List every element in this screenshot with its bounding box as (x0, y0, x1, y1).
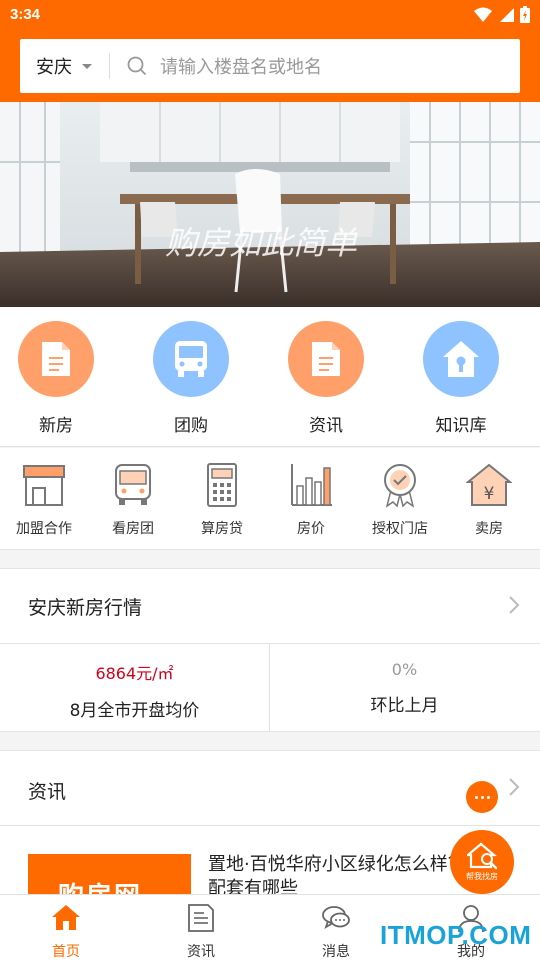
house-search-icon (467, 842, 498, 870)
news-thumbnail[interactable]: 购房网 (28, 854, 191, 895)
document-icon (18, 321, 94, 397)
category-label: 资讯 (309, 416, 343, 436)
header: 安庆 请输入楼盘名或地名 (0, 30, 540, 102)
bus-icon (153, 321, 229, 397)
tool-sell-house[interactable]: ¥ 卖房 (445, 462, 533, 538)
category-group-buy[interactable]: 团购 (131, 321, 251, 436)
category-news[interactable]: 资讯 (266, 321, 386, 436)
bar-chart-icon (291, 464, 332, 506)
category-row: 新房 团购 资讯 知识库 (0, 307, 540, 447)
city-selector[interactable]: 安庆 (20, 53, 110, 79)
divider (0, 825, 540, 826)
category-label: 知识库 (435, 416, 487, 436)
category-knowledge-base[interactable]: 知识库 (401, 321, 521, 436)
stat-average-price: 6864元/㎡ 8月全市开盘均价 (0, 644, 269, 732)
search-input[interactable]: 请输入楼盘名或地名 (160, 53, 322, 79)
tool-franchise[interactable]: 加盟合作 (0, 462, 88, 538)
tool-label: 算房贷 (201, 521, 243, 537)
category-new-homes[interactable]: 新房 (0, 321, 116, 436)
svg-text:¥: ¥ (484, 484, 495, 504)
house-key-icon (423, 321, 499, 397)
status-time: 3:34 (10, 6, 41, 23)
tab-label: 消息 (322, 944, 350, 960)
tool-mortgage-calculator[interactable]: 算房贷 (178, 462, 266, 538)
document-icon (288, 321, 364, 397)
stat-value: 6864元/㎡ (95, 664, 174, 683)
news-title[interactable]: 资讯 (28, 777, 66, 804)
dot (474, 795, 478, 799)
calculator-icon (207, 463, 237, 507)
wifi-icon (474, 7, 492, 22)
bus-icon (115, 464, 151, 505)
chevron-right-icon[interactable] (508, 595, 520, 615)
tab-news[interactable]: 资讯 (161, 903, 241, 960)
signal-icon (500, 7, 514, 22)
tab-label: 首页 (52, 944, 80, 960)
status-bar: 3:34 (0, 0, 540, 30)
tab-home[interactable]: 首页 (26, 903, 106, 960)
banner-caption: 购房如此简单 (165, 224, 358, 262)
category-label: 团购 (174, 416, 208, 436)
tool-viewing-tour[interactable]: 看房团 (89, 462, 177, 538)
city-label: 安庆 (36, 57, 72, 78)
status-icons (474, 6, 530, 23)
tool-house-price[interactable]: 房价 (267, 462, 355, 538)
banner-image: 购房如此简单 (0, 102, 540, 307)
stat-label: 8月全市开盘均价 (69, 701, 200, 721)
stat-label: 环比上月 (370, 696, 439, 716)
find-house-button[interactable]: 帮我找房 (450, 830, 514, 894)
market-section: 安庆新房行情 6864元/㎡ 8月全市开盘均价 0% 环比上月 (0, 568, 540, 732)
news-headline[interactable]: 置地·百悦华府小区绿化怎么样？配套有哪些 (208, 853, 468, 895)
battery-icon (520, 6, 530, 23)
yen-house-icon: ¥ (465, 463, 513, 506)
news-icon (188, 904, 214, 932)
tool-label: 看房团 (112, 521, 154, 537)
tab-messages[interactable]: 消息 (296, 903, 376, 960)
tool-label: 加盟合作 (16, 521, 72, 537)
search-bar: 安庆 请输入楼盘名或地名 (20, 39, 520, 93)
find-house-label: 帮我找房 (466, 872, 498, 881)
banner-carousel[interactable]: 购房如此简单 (0, 102, 540, 307)
certified-badge-icon (384, 464, 416, 508)
market-title[interactable]: 安庆新房行情 (28, 593, 142, 620)
stat-month-change: 0% 环比上月 (270, 644, 539, 732)
home-icon (52, 905, 80, 930)
watermark: ITMOP.COM (380, 920, 532, 950)
chat-float-button[interactable] (466, 781, 498, 813)
dot (480, 795, 484, 799)
tool-label: 卖房 (475, 521, 503, 537)
category-label: 新房 (39, 416, 73, 436)
tool-label: 授权门店 (372, 521, 428, 537)
tool-label: 房价 (297, 521, 325, 537)
storefront-icon (23, 465, 65, 506)
chat-icon (322, 906, 350, 929)
stat-value: 0% (391, 660, 418, 679)
chevron-right-icon[interactable] (508, 777, 520, 797)
caret-down-icon (82, 63, 92, 69)
tab-label: 资讯 (187, 944, 215, 960)
search-icon (127, 56, 146, 75)
tool-row: 加盟合作 看房团 算房贷 房价 授权门店 ¥ 卖房 (0, 448, 540, 550)
dot (486, 795, 490, 799)
tool-authorized-stores[interactable]: 授权门店 (356, 462, 444, 538)
